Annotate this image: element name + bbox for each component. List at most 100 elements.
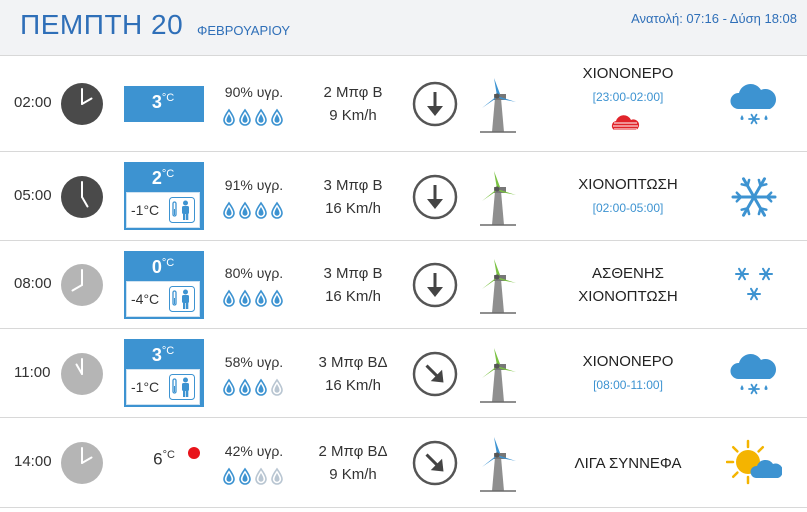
temperature-value: 3°C — [124, 92, 202, 113]
forecast-row: 08:00 0°C -4°C 80% υγρ. 3 Μπφ Β 16 Km/h — [0, 241, 807, 329]
weather-description-line: ΛΙΓΑ ΣΥΝΝΕΦΑ — [574, 454, 682, 472]
cloud-sleet-icon — [726, 79, 782, 129]
clock-icon — [60, 175, 104, 219]
person-thermometer-icon — [169, 197, 195, 223]
temperature-number: 2 — [151, 168, 162, 188]
time-label: 08:00 — [14, 275, 52, 292]
temperature-value: 0°C — [124, 257, 202, 278]
humidity-label: 90% υγρ. — [224, 84, 284, 100]
humidity-value: 80% υγρ. — [214, 265, 294, 281]
wind-info: 3 Μπφ ΒΔ 16 Km/h — [306, 351, 400, 397]
humidity-drops-icon — [222, 378, 286, 396]
temperature-box: 0°C -4°C — [124, 251, 204, 319]
wind-info: 2 Μπφ ΒΔ 9 Km/h — [306, 440, 400, 486]
feels-like-box: -4°C — [126, 281, 200, 317]
clock-icon — [60, 352, 104, 396]
humidity-value: 42% υγρ. — [214, 443, 294, 459]
temperature-number: 6 — [153, 449, 163, 469]
wind-turbine-icon — [474, 76, 522, 134]
forecast-row: 14:00 6°C 42% υγρ. 2 Μπφ ΒΔ 9 Km/h ΛΙΓΑ ΣΥ… — [0, 418, 807, 508]
wind-speed: 9 Km/h — [329, 107, 377, 124]
temperature-unit: °C — [161, 168, 175, 180]
wind-turbine-icon — [474, 169, 522, 227]
sunrise-sunset: Ανατολή: 07:16 - Δύση 18:08 — [631, 11, 797, 26]
feels-like-value: -1°C — [131, 379, 160, 395]
temperature-number: 0 — [151, 257, 162, 277]
arrow-down-icon — [412, 262, 458, 308]
light-snow-icon — [726, 260, 782, 310]
cloud-sleet-icon — [726, 349, 782, 399]
time-range: [08:00-11:00] — [593, 377, 663, 392]
temperature-unit: °C — [161, 257, 175, 269]
clock-icon — [60, 263, 104, 307]
weather-description: ΛΙΓΑ ΣΥΝΝΕΦΑ — [528, 452, 728, 475]
wind-turbine-icon — [474, 435, 522, 493]
time-range: [23:00-02:00] — [592, 90, 664, 104]
wind-force: 2 Μπφ ΒΔ — [318, 443, 388, 460]
wind-info: 3 Μπφ Β 16 Km/h — [306, 174, 400, 220]
weather-description-line: ΑΣΘΕΝΗΣ — [592, 265, 664, 282]
wind-force: 2 Μπφ Β — [323, 84, 383, 101]
fog-cloud-icon — [610, 114, 640, 134]
temperature-value: 2°C — [124, 168, 202, 189]
time-range: [02:00-05:00] — [592, 200, 664, 215]
weather-description-line: ΧΙΟΝΟΝΕΡΟ — [582, 65, 674, 82]
wind-speed: 16 Km/h — [325, 288, 381, 305]
humidity-drops-icon — [222, 289, 286, 307]
humidity-label: 42% υγρ. — [224, 443, 284, 459]
weather-description: ΑΣΘΕΝΗΣ ΧΙΟΝΟΠΤΩΣΗ — [528, 262, 728, 308]
temperature-unit: °C — [161, 92, 175, 104]
time-label: 02:00 — [14, 94, 52, 111]
humidity-drops-icon — [222, 467, 286, 485]
weather-description-line: ΧΙΟΝΟΠΤΩΣΗ — [578, 288, 678, 305]
humidity-label: 91% υγρ. — [224, 176, 284, 193]
weather-description: ΧΙΟΝΟΝΕΡΟ — [528, 350, 728, 373]
clock-icon — [60, 82, 104, 126]
temperature-box: 2°C -1°C — [124, 162, 204, 230]
temperature-number: 3 — [151, 92, 162, 112]
day-title: ΠΕΜΠΤΗ 20 — [20, 9, 184, 40]
wind-force: 3 Μπφ Β — [323, 265, 383, 282]
temperature-unit: °C — [162, 449, 175, 461]
sun-cloud-icon — [725, 438, 783, 488]
humidity-label: 58% υγρ. — [224, 353, 284, 370]
forecast-row: 11:00 3°C -1°C 58% υγρ. 3 Μπφ ΒΔ 16 Km/h — [0, 329, 807, 418]
alert-dot-icon — [188, 447, 200, 459]
weather-description-line: ΧΙΟΝΟΠΤΩΣΗ — [578, 175, 678, 193]
time-label: 05:00 — [14, 186, 52, 204]
month-label: ΦΕΒΡΟΥΑΡΙΟΥ — [197, 23, 291, 38]
humidity-value: 58% υγρ. — [214, 354, 294, 370]
temperature-box: 3°C -1°C — [124, 339, 204, 407]
wind-info: 3 Μπφ Β 16 Km/h — [306, 262, 400, 308]
wind-speed: 16 Km/h — [325, 199, 381, 217]
wind-speed: 9 Km/h — [329, 466, 377, 483]
time-label: 14:00 — [14, 453, 52, 470]
person-thermometer-icon — [169, 286, 195, 312]
temperature-unit: °C — [161, 345, 175, 357]
time-label: 11:00 — [14, 363, 51, 381]
arrow-down-right-icon — [412, 440, 458, 486]
humidity-drops-icon — [222, 201, 286, 219]
temperature-box: 3°C — [124, 86, 204, 122]
arrow-down-icon — [412, 81, 458, 127]
wind-force: 3 Μπφ Β — [323, 176, 383, 194]
day-header: ΠΕΜΠΤΗ 20 ΦΕΒΡΟΥΑΡΙΟΥ Ανατολή: 07:16 - Δ… — [0, 0, 807, 56]
weather-description: ΧΙΟΝΟΠΤΩΣΗ — [528, 173, 728, 196]
feels-like-value: -4°C — [131, 291, 160, 307]
person-thermometer-icon — [169, 374, 195, 400]
weather-description-line: ΧΙΟΝΟΝΕΡΟ — [582, 352, 674, 370]
temperature-value: 3°C — [124, 345, 202, 366]
humidity-value: 90% υγρ. — [214, 84, 294, 100]
arrow-down-icon — [412, 174, 458, 220]
feels-like-box: -1°C — [126, 369, 200, 405]
wind-info: 2 Μπφ Β 9 Km/h — [306, 81, 400, 127]
wind-speed: 16 Km/h — [325, 376, 381, 394]
humidity-drops-icon — [222, 108, 286, 126]
feels-like-box: -1°C — [126, 192, 200, 228]
forecast-row: 02:00 3°C 90% υγρ. 2 Μπφ Β 9 Km/h ΧΙΟΝΟΝΕΡ… — [0, 56, 807, 152]
wind-turbine-icon — [474, 257, 522, 315]
feels-like-value: -1°C — [131, 202, 160, 218]
humidity-value: 91% υγρ. — [214, 177, 294, 193]
forecast-row: 05:00 2°C -1°C 91% υγρ. 3 Μπφ Β 16 Km/h — [0, 152, 807, 241]
wind-force: 3 Μπφ ΒΔ — [318, 353, 388, 371]
